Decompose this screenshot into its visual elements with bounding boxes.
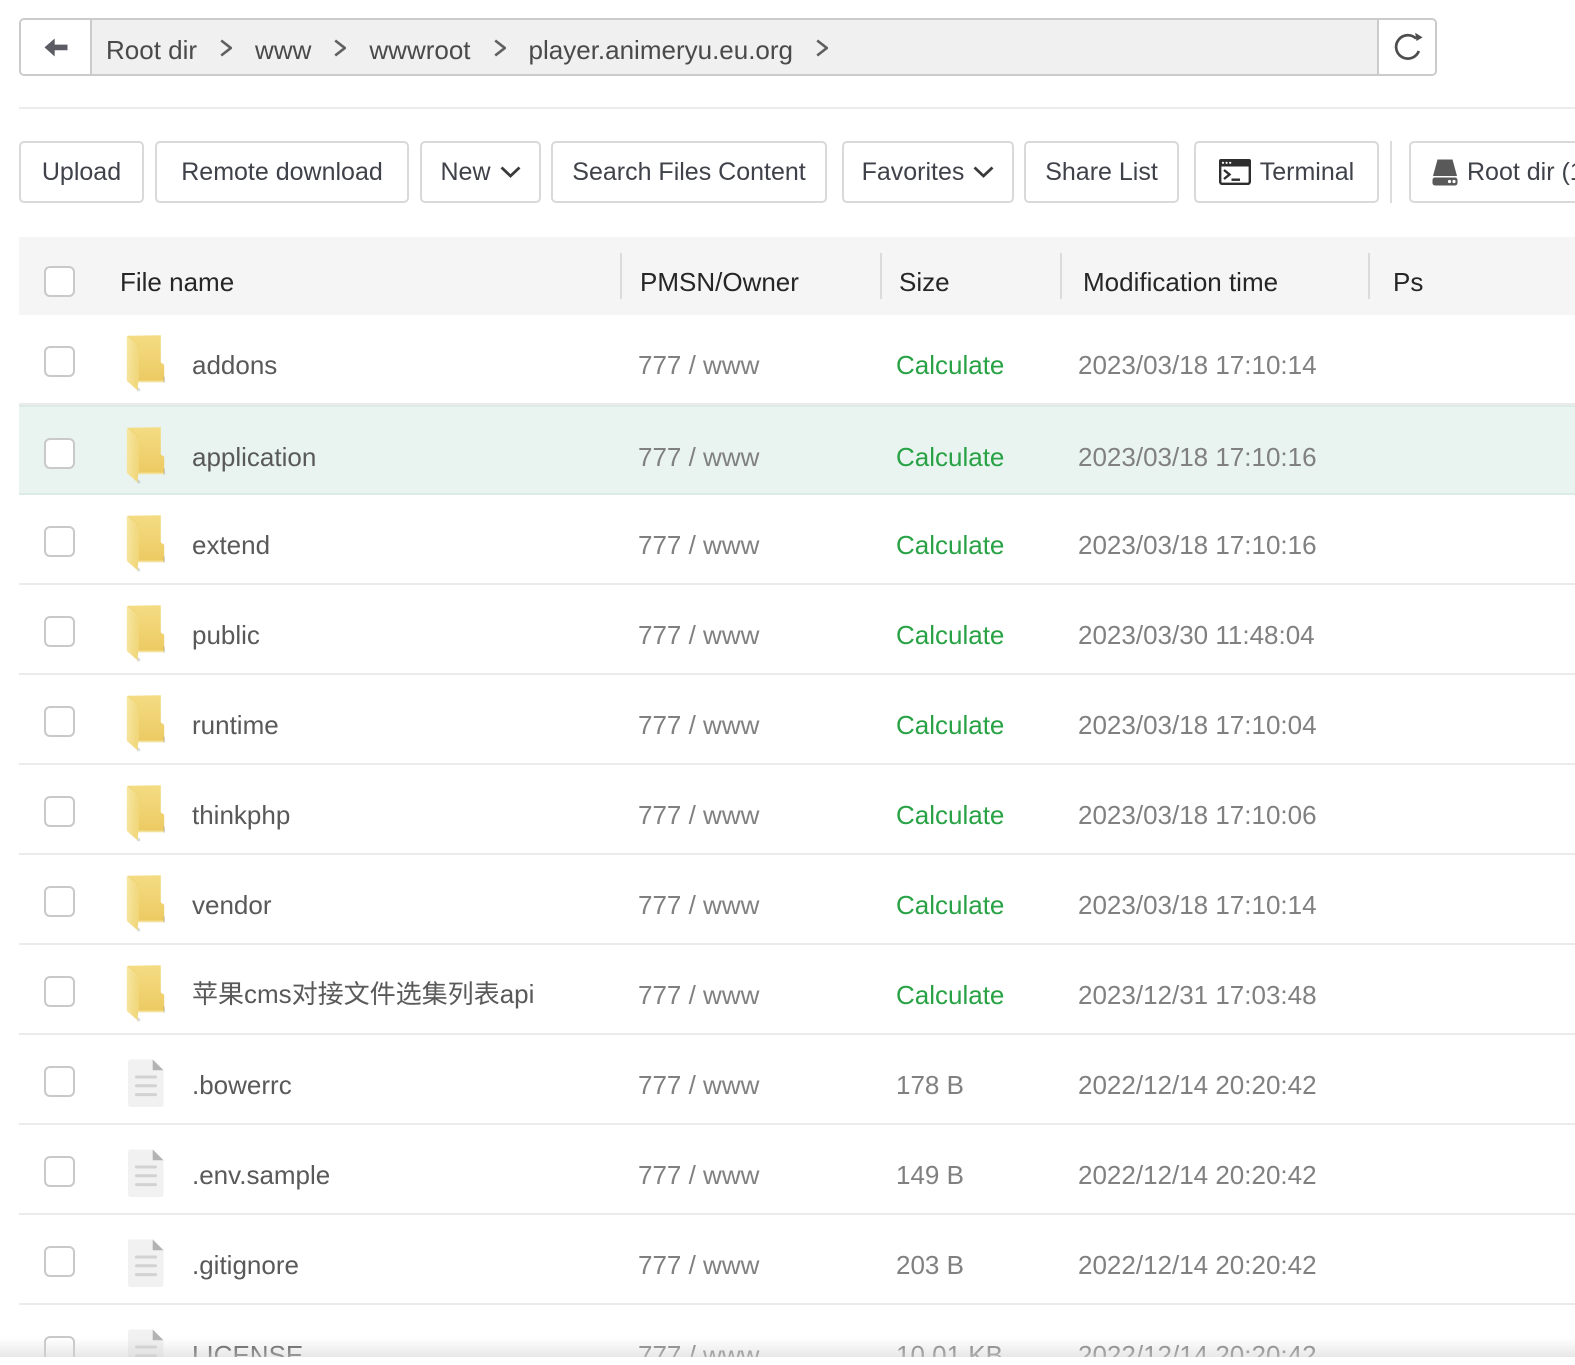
svg-text:cms: cms [244,979,292,1009]
svg-text:api: api [500,979,535,1009]
